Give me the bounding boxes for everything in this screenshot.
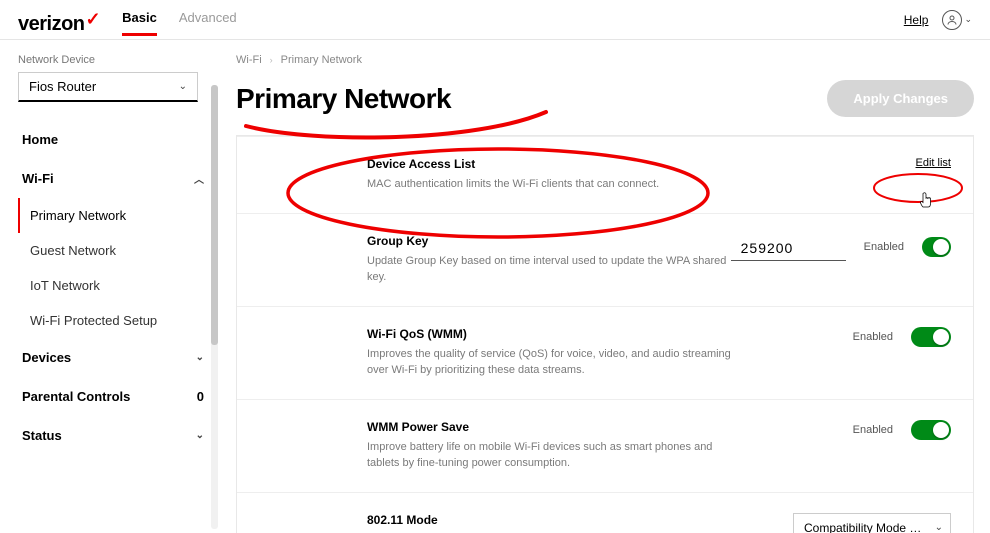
chevron-down-icon: ⌄: [196, 430, 204, 441]
tab-advanced[interactable]: Advanced: [179, 10, 237, 36]
chevron-down-icon: ⌄: [196, 352, 204, 363]
nav-wifi-label: Wi-Fi: [22, 171, 54, 186]
account-menu[interactable]: ⌄: [942, 10, 972, 30]
chevron-up-icon: ︿: [194, 171, 204, 186]
enabled-label: Enabled: [853, 331, 893, 343]
breadcrumb: Wi-Fi › Primary Network: [236, 54, 974, 66]
setting-title: WMM Power Save: [367, 420, 741, 434]
chevron-down-icon: ⌄: [964, 14, 972, 25]
check-icon: ✓: [86, 9, 101, 30]
toggle-knob: [933, 422, 949, 438]
network-device-value: Fios Router: [29, 79, 96, 94]
setting-title: Group Key: [367, 234, 731, 248]
settings-panel: Device Access List MAC authentication li…: [236, 135, 974, 533]
setting-title: Wi-Fi QoS (WMM): [367, 327, 741, 341]
apply-changes-button[interactable]: Apply Changes: [827, 80, 974, 117]
setting-controls: Compatibility Mode (802.... ⌄: [741, 513, 951, 533]
setting-text: 802.11 Mode Limit or allow access to Wi-…: [367, 513, 649, 533]
nav-parental-label: Parental Controls: [22, 389, 130, 404]
header-tabs: Basic Advanced: [122, 10, 237, 36]
parental-count: 0: [197, 389, 204, 404]
network-device-select[interactable]: Fios Router ⌄: [18, 72, 198, 102]
setting-desc: Improves the quality of service (QoS) fo…: [367, 346, 741, 379]
top-bar: verizon ✓ Basic Advanced Help ⌄: [0, 0, 990, 40]
wmmps-toggle[interactable]: [911, 420, 951, 440]
nav-parental-controls[interactable]: Parental Controls 0: [18, 377, 208, 416]
nav-home[interactable]: Home: [18, 120, 208, 159]
user-icon: [942, 10, 962, 30]
network-device-label: Network Device: [18, 54, 208, 66]
sidebar: Network Device Fios Router ⌄ Home Wi-Fi …: [0, 40, 218, 533]
setting-text: Device Access List MAC authentication li…: [367, 157, 659, 193]
chevron-down-icon: ⌄: [179, 81, 187, 92]
title-row: Primary Network Apply Changes: [236, 80, 974, 117]
sidebar-nav: Home Wi-Fi ︿ Primary Network Guest Netwo…: [18, 120, 208, 455]
setting-controls: Enabled: [741, 420, 951, 440]
setting-device-access-list: Device Access List MAC authentication li…: [237, 136, 973, 214]
toggle-knob: [933, 329, 949, 345]
enabled-label: Enabled: [864, 241, 904, 253]
breadcrumb-wifi[interactable]: Wi-Fi: [236, 54, 262, 66]
mode-select-wrap: Compatibility Mode (802.... ⌄: [793, 513, 951, 533]
setting-wmm-power-save: WMM Power Save Improve battery life on m…: [237, 400, 973, 493]
setting-group-key: Group Key Update Group Key based on time…: [237, 214, 973, 307]
setting-text: Wi-Fi QoS (WMM) Improves the quality of …: [367, 327, 741, 379]
qos-toggle[interactable]: [911, 327, 951, 347]
scrollbar-thumb[interactable]: [211, 85, 218, 345]
nav-iot-network[interactable]: IoT Network: [18, 268, 208, 303]
tab-basic[interactable]: Basic: [122, 10, 157, 36]
body: Network Device Fios Router ⌄ Home Wi-Fi …: [0, 40, 990, 533]
top-right: Help ⌄: [904, 10, 972, 36]
setting-text: Group Key Update Group Key based on time…: [367, 234, 731, 286]
setting-desc: Improve battery life on mobile Wi-Fi dev…: [367, 439, 741, 472]
setting-desc: MAC authentication limits the Wi-Fi clie…: [367, 176, 659, 193]
setting-controls: Enabled: [741, 327, 951, 347]
nav-guest-network[interactable]: Guest Network: [18, 233, 208, 268]
mode-select[interactable]: Compatibility Mode (802....: [793, 513, 951, 533]
top-left: verizon ✓ Basic Advanced: [18, 10, 237, 36]
help-link[interactable]: Help: [904, 13, 929, 27]
setting-80211-mode: 802.11 Mode Limit or allow access to Wi-…: [237, 493, 973, 533]
setting-wifi-qos: Wi-Fi QoS (WMM) Improves the quality of …: [237, 307, 973, 400]
nav-primary-network[interactable]: Primary Network: [18, 198, 208, 233]
nav-devices-label: Devices: [22, 350, 71, 365]
verizon-logo: verizon ✓: [18, 13, 100, 36]
nav-devices[interactable]: Devices ⌄: [18, 338, 208, 377]
setting-title: Device Access List: [367, 157, 659, 171]
setting-title: 802.11 Mode: [367, 513, 649, 527]
toggle-knob: [933, 239, 949, 255]
setting-controls: Enabled: [731, 234, 951, 261]
logo-text: verizon: [18, 13, 85, 36]
enabled-label: Enabled: [853, 424, 893, 436]
chevron-right-icon: ›: [270, 55, 273, 65]
nav-status-label: Status: [22, 428, 62, 443]
nav-wifi[interactable]: Wi-Fi ︿: [18, 159, 208, 198]
edit-list-link[interactable]: Edit list: [916, 157, 951, 169]
group-key-input[interactable]: [731, 234, 846, 261]
nav-status[interactable]: Status ⌄: [18, 416, 208, 455]
setting-desc: Update Group Key based on time interval …: [367, 253, 731, 286]
nav-wps[interactable]: Wi-Fi Protected Setup: [18, 303, 208, 338]
setting-controls: Edit list: [741, 157, 951, 169]
breadcrumb-primary: Primary Network: [281, 54, 362, 66]
group-key-toggle[interactable]: [922, 237, 951, 257]
page-title: Primary Network: [236, 83, 451, 115]
main-content: Wi-Fi › Primary Network Primary Network …: [218, 40, 990, 533]
setting-text: WMM Power Save Improve battery life on m…: [367, 420, 741, 472]
